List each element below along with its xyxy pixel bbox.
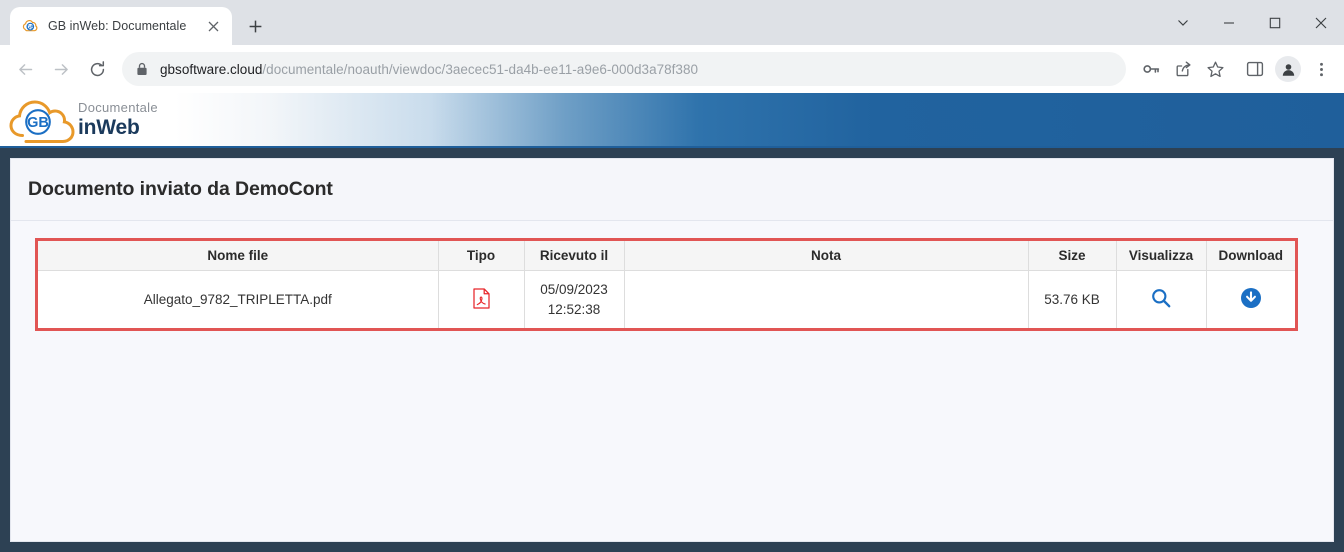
cell-visualizza bbox=[1116, 271, 1206, 329]
table-body: Allegato_9782_TRIPLETTA.pdf bbox=[38, 271, 1295, 329]
close-window-icon[interactable] bbox=[1298, 0, 1344, 45]
forward-arrow-icon[interactable] bbox=[44, 52, 78, 86]
card-header: Documento inviato da DemoCont bbox=[11, 159, 1333, 221]
side-panel-icon[interactable] bbox=[1240, 54, 1270, 84]
window-controls bbox=[1160, 0, 1344, 45]
column-header-ricevuto-il: Ricevuto il bbox=[524, 241, 624, 271]
address-bar-path: /documentale/noauth/viewdoc/3aecec51-da4… bbox=[262, 62, 698, 77]
received-time: 12:52:38 bbox=[531, 300, 618, 320]
browser-tab[interactable]: GB GB inWeb: Documentale bbox=[10, 7, 232, 45]
cell-file-name: Allegato_9782_TRIPLETTA.pdf bbox=[38, 271, 438, 329]
page-viewport: GB Documentale inWeb Documento inviato d… bbox=[0, 93, 1344, 552]
minimize-icon[interactable] bbox=[1206, 0, 1252, 45]
column-header-nome-file: Nome file bbox=[38, 241, 438, 271]
back-arrow-icon[interactable] bbox=[8, 52, 42, 86]
logo-line-documentale: Documentale bbox=[78, 101, 158, 114]
magnifier-icon[interactable] bbox=[1150, 287, 1172, 309]
bookmark-star-icon[interactable] bbox=[1200, 54, 1230, 84]
tab-search-chevron-icon[interactable] bbox=[1160, 0, 1206, 45]
table-header-row: Nome file Tipo Ricevuto il Nota Size Vis… bbox=[38, 241, 1295, 271]
attachments-table: Nome file Tipo Ricevuto il Nota Size Vis… bbox=[38, 241, 1295, 328]
profile-avatar[interactable] bbox=[1275, 56, 1301, 82]
logo-line-inweb: inWeb bbox=[78, 117, 158, 138]
column-header-nota: Nota bbox=[624, 241, 1028, 271]
cell-file-size: 53.76 KB bbox=[1028, 271, 1116, 329]
received-date: 05/09/2023 bbox=[531, 280, 618, 300]
address-bar-host: gbsoftware.cloud bbox=[160, 62, 262, 77]
document-card: Documento inviato da DemoCont Nome file … bbox=[10, 158, 1334, 542]
address-bar-url: gbsoftware.cloud/documentale/noauth/view… bbox=[160, 62, 698, 77]
table-row: Allegato_9782_TRIPLETTA.pdf bbox=[38, 271, 1295, 329]
svg-text:GB: GB bbox=[27, 24, 35, 29]
maximize-icon[interactable] bbox=[1252, 0, 1298, 45]
browser-window: GB GB inWeb: Documentale bbox=[0, 0, 1344, 552]
site-logo[interactable]: GB Documentale inWeb bbox=[8, 96, 158, 144]
tab-strip: GB GB inWeb: Documentale bbox=[0, 0, 1344, 45]
browser-toolbar: gbsoftware.cloud/documentale/noauth/view… bbox=[0, 45, 1344, 93]
page-body: Documento inviato da DemoCont Nome file … bbox=[0, 148, 1344, 552]
address-bar[interactable]: gbsoftware.cloud/documentale/noauth/view… bbox=[122, 52, 1126, 86]
tab-title: GB inWeb: Documentale bbox=[48, 19, 193, 33]
tab-close-icon[interactable] bbox=[202, 15, 224, 37]
download-circle-icon[interactable] bbox=[1240, 287, 1262, 309]
site-header: GB Documentale inWeb bbox=[0, 93, 1344, 148]
column-header-download: Download bbox=[1206, 241, 1295, 271]
cell-download bbox=[1206, 271, 1295, 329]
more-menu-icon[interactable] bbox=[1306, 54, 1336, 84]
column-header-size: Size bbox=[1028, 241, 1116, 271]
password-key-icon[interactable] bbox=[1136, 54, 1166, 84]
gb-inweb-favicon: GB bbox=[22, 18, 39, 35]
table-head: Nome file Tipo Ricevuto il Nota Size Vis… bbox=[38, 241, 1295, 271]
cloud-gb-logo-icon: GB bbox=[8, 96, 80, 144]
new-tab-button[interactable] bbox=[240, 11, 270, 41]
card-body: Nome file Tipo Ricevuto il Nota Size Vis… bbox=[11, 221, 1333, 541]
column-header-tipo: Tipo bbox=[438, 241, 524, 271]
attachments-table-highlight: Nome file Tipo Ricevuto il Nota Size Vis… bbox=[35, 238, 1298, 331]
cell-file-type bbox=[438, 271, 524, 329]
reload-arrow-icon[interactable] bbox=[80, 52, 114, 86]
cell-received-at: 05/09/2023 12:52:38 bbox=[524, 271, 624, 329]
pdf-file-icon bbox=[473, 288, 490, 312]
svg-text:GB: GB bbox=[27, 115, 49, 131]
site-logo-text: Documentale inWeb bbox=[78, 101, 158, 138]
cell-nota bbox=[624, 271, 1028, 329]
site-lock-icon bbox=[136, 62, 149, 76]
page-title: Documento inviato da DemoCont bbox=[28, 178, 1333, 201]
share-icon[interactable] bbox=[1168, 54, 1198, 84]
column-header-visualizza: Visualizza bbox=[1116, 241, 1206, 271]
